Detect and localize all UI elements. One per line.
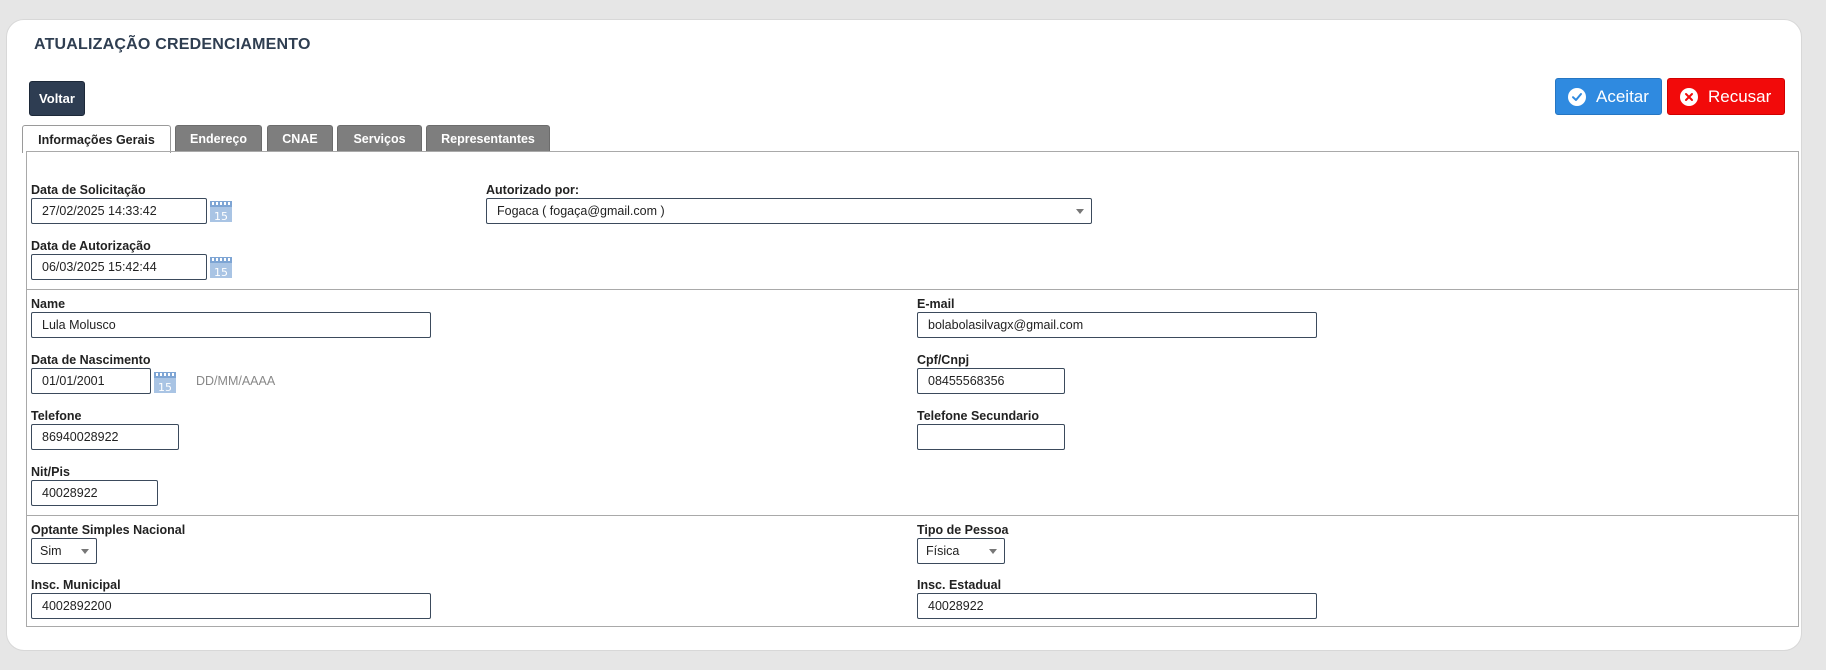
autorizado-label: Autorizado por: xyxy=(486,183,580,197)
chevron-down-icon xyxy=(1076,209,1084,214)
reject-button[interactable]: Recusar xyxy=(1667,78,1785,115)
telefone-secundario-label: Telefone Secundario xyxy=(917,409,1040,423)
chevron-down-icon xyxy=(81,549,89,554)
tipo-pessoa-select[interactable]: Física xyxy=(917,538,1005,564)
accept-label: Aceitar xyxy=(1596,86,1649,106)
calendar-icon[interactable]: 15 xyxy=(154,371,176,393)
accept-button[interactable]: Aceitar xyxy=(1555,78,1662,115)
name-label: Name xyxy=(31,297,66,311)
section-divider xyxy=(26,289,1799,290)
tab-representantes[interactable]: Representantes xyxy=(426,125,550,152)
section-divider xyxy=(26,515,1799,516)
insc-estadual-label: Insc. Estadual xyxy=(917,578,1002,592)
telefone-secundario-field[interactable] xyxy=(917,424,1065,450)
calendar-icon[interactable]: 15 xyxy=(210,200,232,222)
nit-label: Nit/Pis xyxy=(31,465,70,479)
svg-text:15: 15 xyxy=(158,381,172,393)
back-button[interactable]: Voltar xyxy=(29,81,85,116)
svg-text:15: 15 xyxy=(214,266,228,278)
email-label: E-mail xyxy=(917,297,955,311)
tab-cnae[interactable]: CNAE xyxy=(267,125,333,152)
cpf-label: Cpf/Cnpj xyxy=(917,353,970,367)
autorizacao-date-field[interactable]: 06/03/2025 15:42:44 xyxy=(31,254,207,280)
close-circle-icon xyxy=(1680,87,1698,106)
tab-informacoes-gerais[interactable]: Informações Gerais xyxy=(22,125,171,153)
check-circle-icon xyxy=(1568,87,1586,106)
solicitacao-date-field[interactable]: 27/02/2025 14:33:42 xyxy=(31,198,207,224)
insc-municipal-label: Insc. Municipal xyxy=(31,578,121,592)
telefone-field[interactable]: 86940028922 xyxy=(31,424,179,450)
nascimento-label: Data de Nascimento xyxy=(31,353,151,367)
cpf-field[interactable]: 08455568356 xyxy=(917,368,1065,394)
solicitacao-label: Data de Solicitação xyxy=(31,183,146,197)
reject-label: Recusar xyxy=(1708,86,1772,106)
name-field[interactable]: Lula Molusco xyxy=(31,312,431,338)
simples-select[interactable]: Sim xyxy=(31,538,97,564)
insc-estadual-field[interactable]: 40028922 xyxy=(917,593,1317,619)
chevron-down-icon xyxy=(989,549,997,554)
autorizado-selected-value: Fogaca ( fogaça@gmail.com ) xyxy=(497,204,665,218)
tab-endereco[interactable]: Endereço xyxy=(175,125,262,152)
date-format-hint: DD/MM/AAAA xyxy=(196,374,276,388)
tipo-pessoa-selected-value: Física xyxy=(926,544,960,558)
birthdate-field[interactable]: 01/01/2001 xyxy=(31,368,151,394)
email-field[interactable]: bolabolasilvagx@gmail.com xyxy=(917,312,1317,338)
tab-servicos[interactable]: Serviços xyxy=(337,125,422,152)
svg-text:15: 15 xyxy=(214,210,228,222)
autorizacao-label: Data de Autorização xyxy=(31,239,151,253)
telefone-label: Telefone xyxy=(31,409,82,423)
calendar-icon[interactable]: 15 xyxy=(210,256,232,278)
nit-field[interactable]: 40028922 xyxy=(31,480,158,506)
simples-label: Optante Simples Nacional xyxy=(31,523,186,537)
tipo-pessoa-label: Tipo de Pessoa xyxy=(917,523,1009,537)
page-title: ATUALIZAÇÃO CREDENCIAMENTO xyxy=(34,36,311,53)
insc-municipal-field[interactable]: 4002892200 xyxy=(31,593,431,619)
autorizado-select[interactable]: Fogaca ( fogaça@gmail.com ) xyxy=(486,198,1092,224)
simples-selected-value: Sim xyxy=(40,544,62,558)
